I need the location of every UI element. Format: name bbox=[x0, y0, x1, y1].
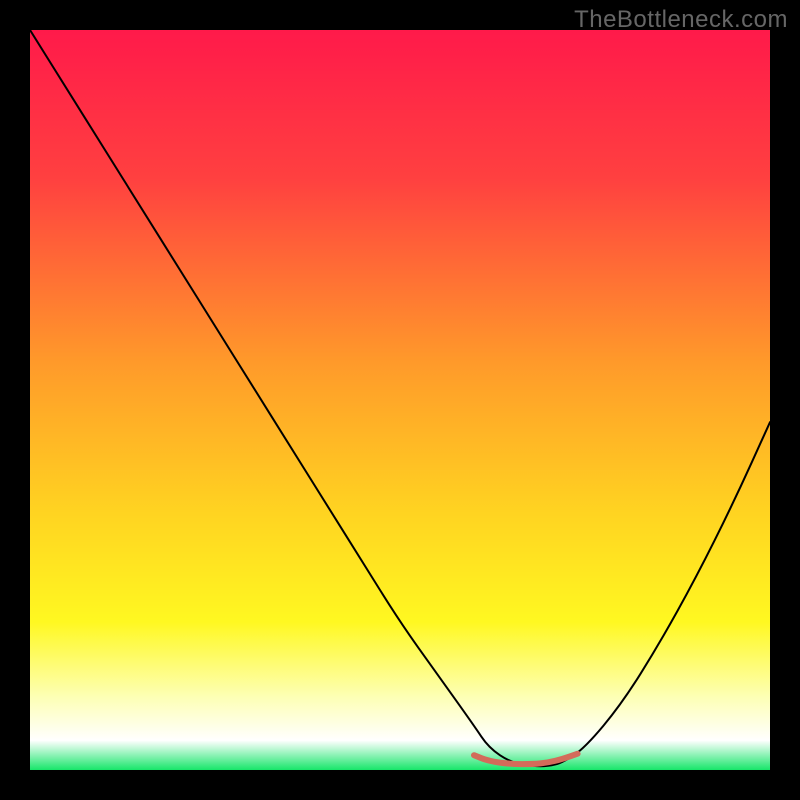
chart-svg bbox=[30, 30, 770, 770]
plot-area bbox=[30, 30, 770, 770]
gradient-background bbox=[30, 30, 770, 770]
watermark-text: TheBottleneck.com bbox=[574, 6, 788, 34]
chart-frame: TheBottleneck.com bbox=[0, 0, 800, 800]
